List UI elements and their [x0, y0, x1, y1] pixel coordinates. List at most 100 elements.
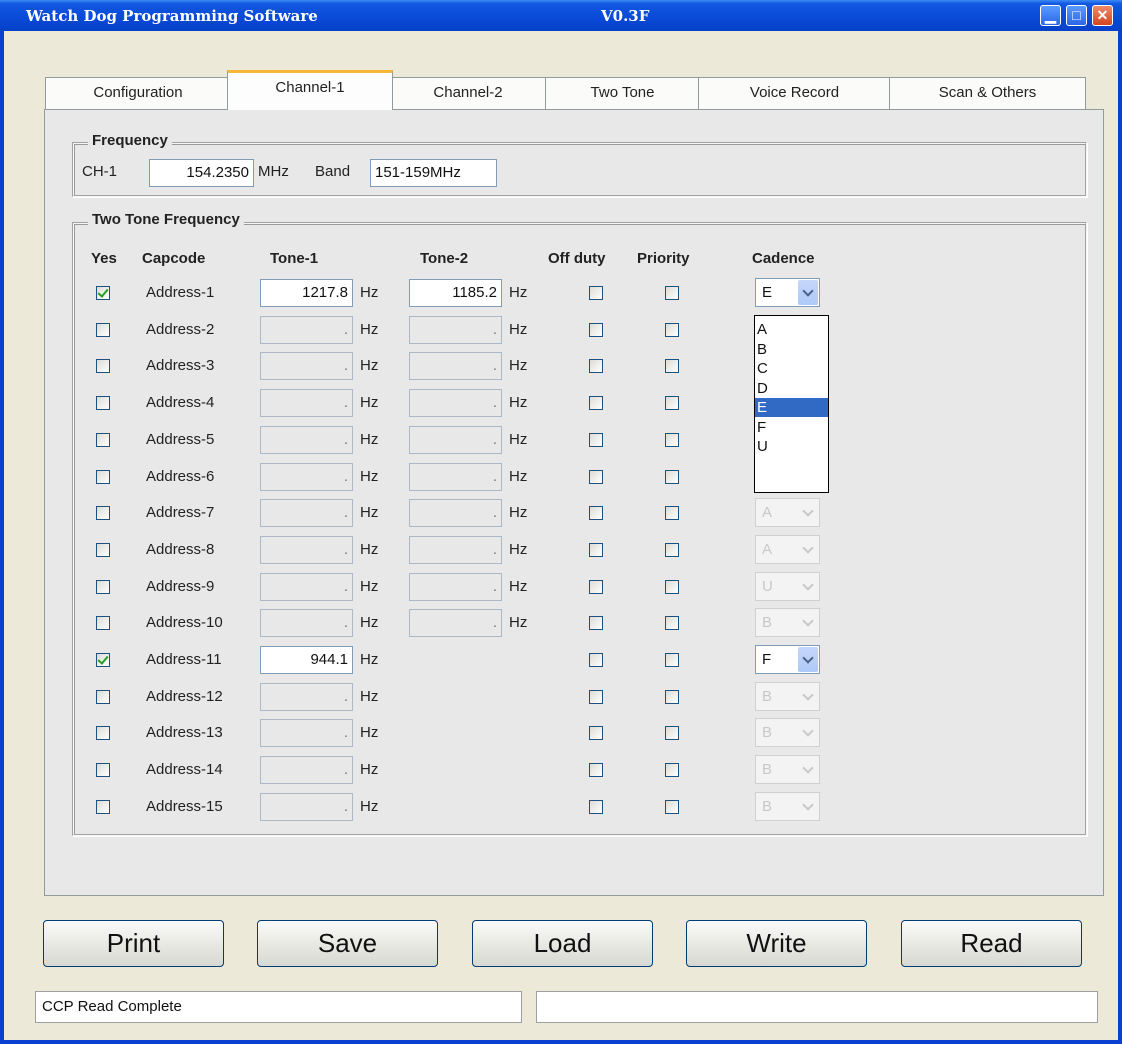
- cadence-select[interactable]: B: [755, 792, 820, 821]
- priority-checkbox[interactable]: [665, 433, 679, 447]
- tone-2-field[interactable]: .: [409, 499, 502, 527]
- tone-1-field[interactable]: .: [260, 573, 353, 601]
- off-duty-checkbox[interactable]: [589, 433, 603, 447]
- cadence-select[interactable]: A: [755, 535, 820, 564]
- chevron-down-icon[interactable]: [798, 757, 818, 782]
- priority-checkbox[interactable]: [665, 580, 679, 594]
- yes-checkbox[interactable]: [96, 543, 110, 557]
- priority-checkbox[interactable]: [665, 470, 679, 484]
- tone-1-field[interactable]: .: [260, 426, 353, 454]
- tone-2-field[interactable]: .: [409, 609, 502, 637]
- tone-1-field[interactable]: .: [260, 499, 353, 527]
- priority-checkbox[interactable]: [665, 286, 679, 300]
- tone-1-field[interactable]: .: [260, 463, 353, 491]
- minimize-button[interactable]: ▁: [1040, 5, 1061, 26]
- tab-channel-1[interactable]: Channel-1: [227, 70, 393, 110]
- off-duty-checkbox[interactable]: [589, 616, 603, 630]
- off-duty-checkbox[interactable]: [589, 800, 603, 814]
- tone-2-field[interactable]: .: [409, 352, 502, 380]
- chevron-down-icon[interactable]: [798, 684, 818, 709]
- yes-checkbox[interactable]: [96, 359, 110, 373]
- priority-checkbox[interactable]: [665, 726, 679, 740]
- chevron-down-icon[interactable]: [798, 720, 818, 745]
- cadence-select[interactable]: B: [755, 755, 820, 784]
- off-duty-checkbox[interactable]: [589, 726, 603, 740]
- yes-checkbox[interactable]: [96, 286, 110, 300]
- yes-checkbox[interactable]: [96, 726, 110, 740]
- yes-checkbox[interactable]: [96, 616, 110, 630]
- off-duty-checkbox[interactable]: [589, 286, 603, 300]
- tone-1-field[interactable]: .: [260, 609, 353, 637]
- cadence-dropdown-list[interactable]: ABCDEFU: [754, 315, 829, 493]
- tone-1-field[interactable]: .: [260, 719, 353, 747]
- cadence-option[interactable]: E: [755, 398, 828, 417]
- tone-1-field[interactable]: 1217.8: [260, 279, 353, 307]
- tab-scan-others[interactable]: Scan & Others: [889, 77, 1086, 109]
- title-bar[interactable]: Watch Dog Programming Software V0.3F ▁ □…: [0, 0, 1122, 31]
- yes-checkbox[interactable]: [96, 323, 110, 337]
- tone-1-field[interactable]: .: [260, 389, 353, 417]
- chevron-down-icon[interactable]: [798, 500, 818, 525]
- cadence-select[interactable]: B: [755, 608, 820, 637]
- tone-1-field[interactable]: .: [260, 683, 353, 711]
- chevron-down-icon[interactable]: [798, 574, 818, 599]
- ch-frequency-field[interactable]: 154.2350: [149, 159, 254, 187]
- cadence-option[interactable]: C: [755, 359, 828, 378]
- yes-checkbox[interactable]: [96, 433, 110, 447]
- cadence-option[interactable]: F: [755, 418, 828, 437]
- save-button[interactable]: Save: [257, 920, 438, 967]
- yes-checkbox[interactable]: [96, 470, 110, 484]
- tone-1-field[interactable]: .: [260, 352, 353, 380]
- write-button[interactable]: Write: [686, 920, 867, 967]
- priority-checkbox[interactable]: [665, 396, 679, 410]
- maximize-button[interactable]: □: [1066, 5, 1087, 26]
- tone-2-field[interactable]: .: [409, 426, 502, 454]
- tone-2-field[interactable]: .: [409, 573, 502, 601]
- tone-2-field[interactable]: .: [409, 536, 502, 564]
- cadence-select[interactable]: B: [755, 718, 820, 747]
- priority-checkbox[interactable]: [665, 763, 679, 777]
- priority-checkbox[interactable]: [665, 800, 679, 814]
- priority-checkbox[interactable]: [665, 323, 679, 337]
- tab-voice-record[interactable]: Voice Record: [698, 77, 891, 109]
- yes-checkbox[interactable]: [96, 580, 110, 594]
- cadence-select[interactable]: E: [755, 278, 820, 307]
- yes-checkbox[interactable]: [96, 800, 110, 814]
- off-duty-checkbox[interactable]: [589, 580, 603, 594]
- tab-configuration[interactable]: Configuration: [45, 77, 231, 109]
- off-duty-checkbox[interactable]: [589, 396, 603, 410]
- chevron-down-icon[interactable]: [798, 280, 818, 305]
- cadence-select[interactable]: B: [755, 682, 820, 711]
- tone-2-field[interactable]: .: [409, 463, 502, 491]
- read-button[interactable]: Read: [901, 920, 1082, 967]
- chevron-down-icon[interactable]: [798, 794, 818, 819]
- cadence-option[interactable]: D: [755, 379, 828, 398]
- cadence-select[interactable]: A: [755, 498, 820, 527]
- tone-2-field[interactable]: .: [409, 316, 502, 344]
- tone-2-field[interactable]: .: [409, 389, 502, 417]
- yes-checkbox[interactable]: [96, 690, 110, 704]
- chevron-down-icon[interactable]: [798, 610, 818, 635]
- off-duty-checkbox[interactable]: [589, 359, 603, 373]
- priority-checkbox[interactable]: [665, 506, 679, 520]
- priority-checkbox[interactable]: [665, 616, 679, 630]
- tab-two-tone[interactable]: Two Tone: [545, 77, 700, 109]
- off-duty-checkbox[interactable]: [589, 690, 603, 704]
- off-duty-checkbox[interactable]: [589, 470, 603, 484]
- yes-checkbox[interactable]: [96, 653, 110, 667]
- chevron-down-icon[interactable]: [798, 537, 818, 562]
- priority-checkbox[interactable]: [665, 543, 679, 557]
- tab-channel-2[interactable]: Channel-2: [389, 77, 547, 109]
- print-button[interactable]: Print: [43, 920, 224, 967]
- tone-1-field[interactable]: .: [260, 756, 353, 784]
- off-duty-checkbox[interactable]: [589, 506, 603, 520]
- yes-checkbox[interactable]: [96, 506, 110, 520]
- off-duty-checkbox[interactable]: [589, 543, 603, 557]
- chevron-down-icon[interactable]: [798, 647, 818, 672]
- cadence-option[interactable]: A: [755, 320, 828, 339]
- tone-1-field[interactable]: .: [260, 316, 353, 344]
- close-button[interactable]: ✕: [1092, 5, 1113, 26]
- off-duty-checkbox[interactable]: [589, 653, 603, 667]
- tone-2-field[interactable]: 1185.2: [409, 279, 502, 307]
- yes-checkbox[interactable]: [96, 396, 110, 410]
